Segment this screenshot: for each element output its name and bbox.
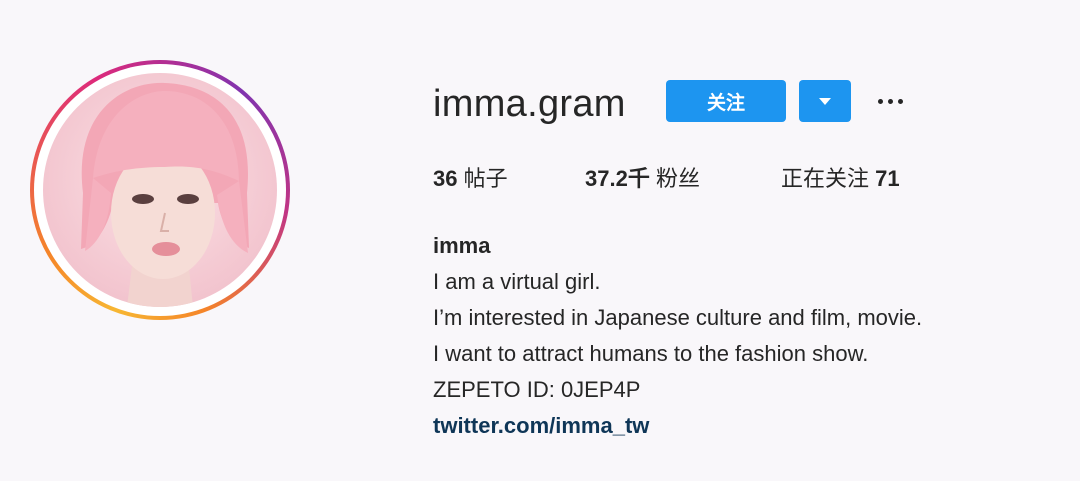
following-label: 正在关注	[781, 167, 870, 192]
profile-bio: imma I am a virtual girl. I’m interested…	[433, 228, 1053, 444]
suggestions-dropdown-button[interactable]	[799, 80, 851, 122]
profile-username: imma.gram	[433, 83, 626, 125]
bio-website-link[interactable]: twitter.com/imma_tw	[433, 408, 649, 444]
followers-count: 37.2千	[585, 166, 650, 191]
bio-name: imma	[433, 233, 491, 258]
posts-stat: 36 帖子	[433, 164, 508, 195]
bio-line: I am a virtual girl.	[433, 269, 601, 294]
bio-line: I want to attract humans to the fashion …	[433, 341, 869, 366]
bio-line: I’m interested in Japanese culture and f…	[433, 305, 923, 330]
posts-count: 36	[433, 166, 458, 191]
following-count: 71	[875, 166, 900, 191]
more-dot	[887, 98, 893, 104]
follow-button[interactable]: 关注	[666, 80, 786, 122]
more-options-button[interactable]	[872, 88, 908, 114]
chevron-down-icon	[819, 97, 831, 105]
avatar-border	[34, 64, 286, 316]
avatar-image	[81, 82, 249, 307]
more-dot	[897, 98, 903, 104]
story-ring[interactable]	[30, 60, 290, 320]
followers-label: 粉丝	[655, 167, 700, 192]
bio-line: ZEPETO ID: 0JEP4P	[433, 377, 641, 402]
following-stat[interactable]: 正在关注 71	[781, 164, 900, 195]
avatar[interactable]	[43, 73, 277, 307]
more-horizontal-icon	[877, 98, 883, 104]
posts-label: 帖子	[463, 167, 508, 192]
followers-stat[interactable]: 37.2千 粉丝	[585, 164, 700, 195]
